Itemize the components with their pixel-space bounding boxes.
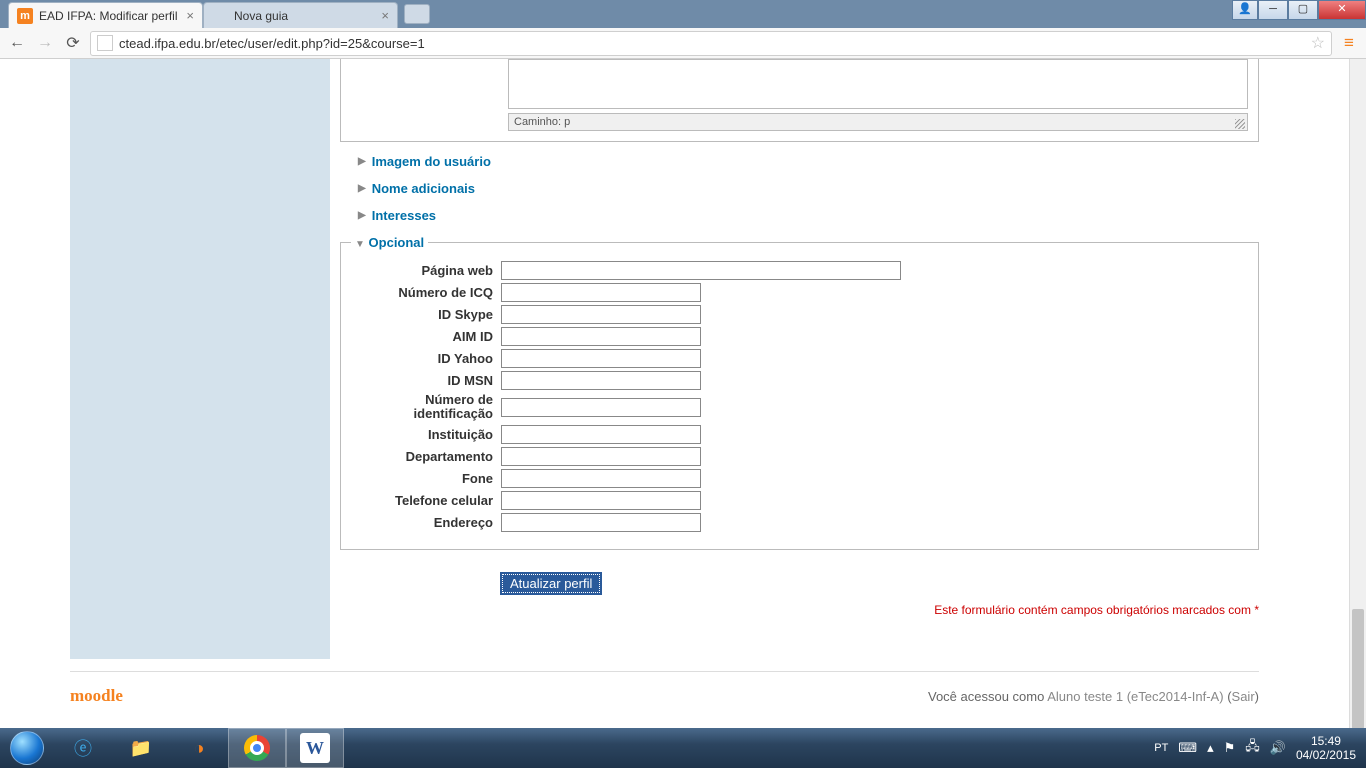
label-icq: Número de ICQ <box>351 285 501 300</box>
label-skype: ID Skype <box>351 307 501 322</box>
media-player-icon: ◑ <box>184 733 214 763</box>
taskbar-explorer[interactable]: 📁 <box>112 728 170 768</box>
label-aim: AIM ID <box>351 329 501 344</box>
windows-orb-icon <box>10 731 44 765</box>
windows-taskbar: ⓔ 📁 ◑ W PT ⌨ ▴ ⚑ 🖧 🔊 15:49 04/02/2015 <box>0 728 1366 768</box>
new-tab-button[interactable] <box>404 4 430 24</box>
chevron-right-icon: ▶ <box>358 210 366 221</box>
taskbar-chrome[interactable] <box>228 728 286 768</box>
chevron-right-icon: ▶ <box>358 183 366 194</box>
taskbar-ie[interactable]: ⓔ <box>54 728 112 768</box>
blank-favicon <box>212 8 228 24</box>
browser-toolbar: ← → ⟳ ctead.ifpa.edu.br/etec/user/edit.p… <box>0 28 1366 59</box>
tab-title: EAD IFPA: Modificar perfil <box>39 9 177 23</box>
back-button[interactable]: ← <box>6 32 28 54</box>
input-webpage[interactable] <box>501 261 901 280</box>
logout-link[interactable]: Sair <box>1232 689 1255 704</box>
scrollbar-thumb[interactable] <box>1352 609 1364 728</box>
label-msn: ID MSN <box>351 373 501 388</box>
tray-language[interactable]: PT <box>1154 742 1168 754</box>
user-icon[interactable]: 👤 <box>1232 0 1258 20</box>
editor-path-bar: Caminho: p <box>508 113 1248 131</box>
input-phone[interactable] <box>501 469 701 488</box>
taskbar-media-player[interactable]: ◑ <box>170 728 228 768</box>
chrome-menu-button[interactable]: ≡ <box>1338 32 1360 54</box>
input-skype[interactable] <box>501 305 701 324</box>
start-button[interactable] <box>0 728 54 768</box>
input-mobile[interactable] <box>501 491 701 510</box>
network-icon[interactable]: 🖧 <box>1245 737 1260 759</box>
minimize-button[interactable]: ─ <box>1258 0 1288 20</box>
page-footer: moodle Você acessou como Aluno teste 1 (… <box>70 671 1259 706</box>
label-yahoo: ID Yahoo <box>351 351 501 366</box>
browser-tab-active[interactable]: m EAD IFPA: Modificar perfil × <box>8 2 203 28</box>
folder-icon: 📁 <box>126 733 156 763</box>
window-controls: 👤 ─ ▢ ✕ <box>1232 0 1366 20</box>
label-mobile: Telefone celular <box>351 493 501 508</box>
sidebar-region <box>70 59 330 659</box>
label-institution: Instituição <box>351 427 501 442</box>
section-toggle-additional-names[interactable]: ▶ Nome adicionais <box>358 181 1259 196</box>
chevron-right-icon: ▶ <box>358 156 366 167</box>
page-viewport: Caminho: p ▶ Imagem do usuário ▶ Nome ad… <box>0 59 1366 728</box>
close-icon[interactable]: × <box>186 8 194 23</box>
chevron-down-icon: ▼ <box>355 239 365 250</box>
browser-tab-strip: m EAD IFPA: Modificar perfil × Nova guia… <box>0 0 1366 28</box>
required-fields-note: Este formulário contém campos obrigatóri… <box>340 603 1259 617</box>
section-toggle-user-image[interactable]: ▶ Imagem do usuário <box>358 154 1259 169</box>
reload-button[interactable]: ⟳ <box>62 32 84 54</box>
label-webpage: Página web <box>351 263 501 278</box>
url-text: ctead.ifpa.edu.br/etec/user/edit.php?id=… <box>119 36 425 51</box>
browser-tab-inactive[interactable]: Nova guia × <box>203 2 398 28</box>
input-yahoo[interactable] <box>501 349 701 368</box>
resize-handle-icon[interactable] <box>1235 119 1245 129</box>
logged-in-text: Você acessou como <box>928 689 1047 704</box>
close-button[interactable]: ✕ <box>1318 0 1366 20</box>
word-icon: W <box>300 733 330 763</box>
flag-icon[interactable]: ⚑ <box>1224 740 1236 756</box>
keyboard-icon[interactable]: ⌨ <box>1178 740 1197 756</box>
taskbar-word[interactable]: W <box>286 728 344 768</box>
show-hidden-icon[interactable]: ▴ <box>1207 740 1214 756</box>
description-editor[interactable] <box>508 59 1248 109</box>
update-profile-button[interactable]: Atualizar perfil <box>500 572 602 595</box>
ie-icon: ⓔ <box>68 733 98 763</box>
close-icon[interactable]: × <box>381 8 389 23</box>
page-icon <box>97 35 113 51</box>
input-department[interactable] <box>501 447 701 466</box>
chrome-icon <box>242 733 272 763</box>
fieldset-optional: ▼ Opcional Página web Número de ICQ ID S… <box>340 235 1259 550</box>
label-department: Departamento <box>351 449 501 464</box>
input-idnumber[interactable] <box>501 398 701 417</box>
maximize-button[interactable]: ▢ <box>1288 0 1318 20</box>
input-institution[interactable] <box>501 425 701 444</box>
vertical-scrollbar[interactable] <box>1349 59 1366 728</box>
user-link[interactable]: Aluno teste 1 (eTec2014-Inf-A) <box>1047 689 1223 704</box>
tab-title: Nova guia <box>234 9 288 23</box>
input-icq[interactable] <box>501 283 701 302</box>
main-content: Caminho: p ▶ Imagem do usuário ▶ Nome ad… <box>340 59 1259 617</box>
tray-clock[interactable]: 15:49 04/02/2015 <box>1296 734 1356 763</box>
moodle-logo: moodle <box>70 686 123 706</box>
input-address[interactable] <box>501 513 701 532</box>
label-idnumber: Número de identificação <box>351 393 501 422</box>
bookmark-star-icon[interactable]: ☆ <box>1311 33 1325 53</box>
moodle-favicon: m <box>17 8 33 24</box>
section-toggle-interests[interactable]: ▶ Interesses <box>358 208 1259 223</box>
address-bar[interactable]: ctead.ifpa.edu.br/etec/user/edit.php?id=… <box>90 31 1332 56</box>
label-phone: Fone <box>351 471 501 486</box>
volume-icon[interactable]: 🔊 <box>1270 740 1286 756</box>
input-aim[interactable] <box>501 327 701 346</box>
section-toggle-optional[interactable]: ▼ Opcional <box>351 235 428 250</box>
system-tray: PT ⌨ ▴ ⚑ 🖧 🔊 15:49 04/02/2015 <box>1154 734 1366 763</box>
forward-button[interactable]: → <box>34 32 56 54</box>
label-address: Endereço <box>351 515 501 530</box>
input-msn[interactable] <box>501 371 701 390</box>
